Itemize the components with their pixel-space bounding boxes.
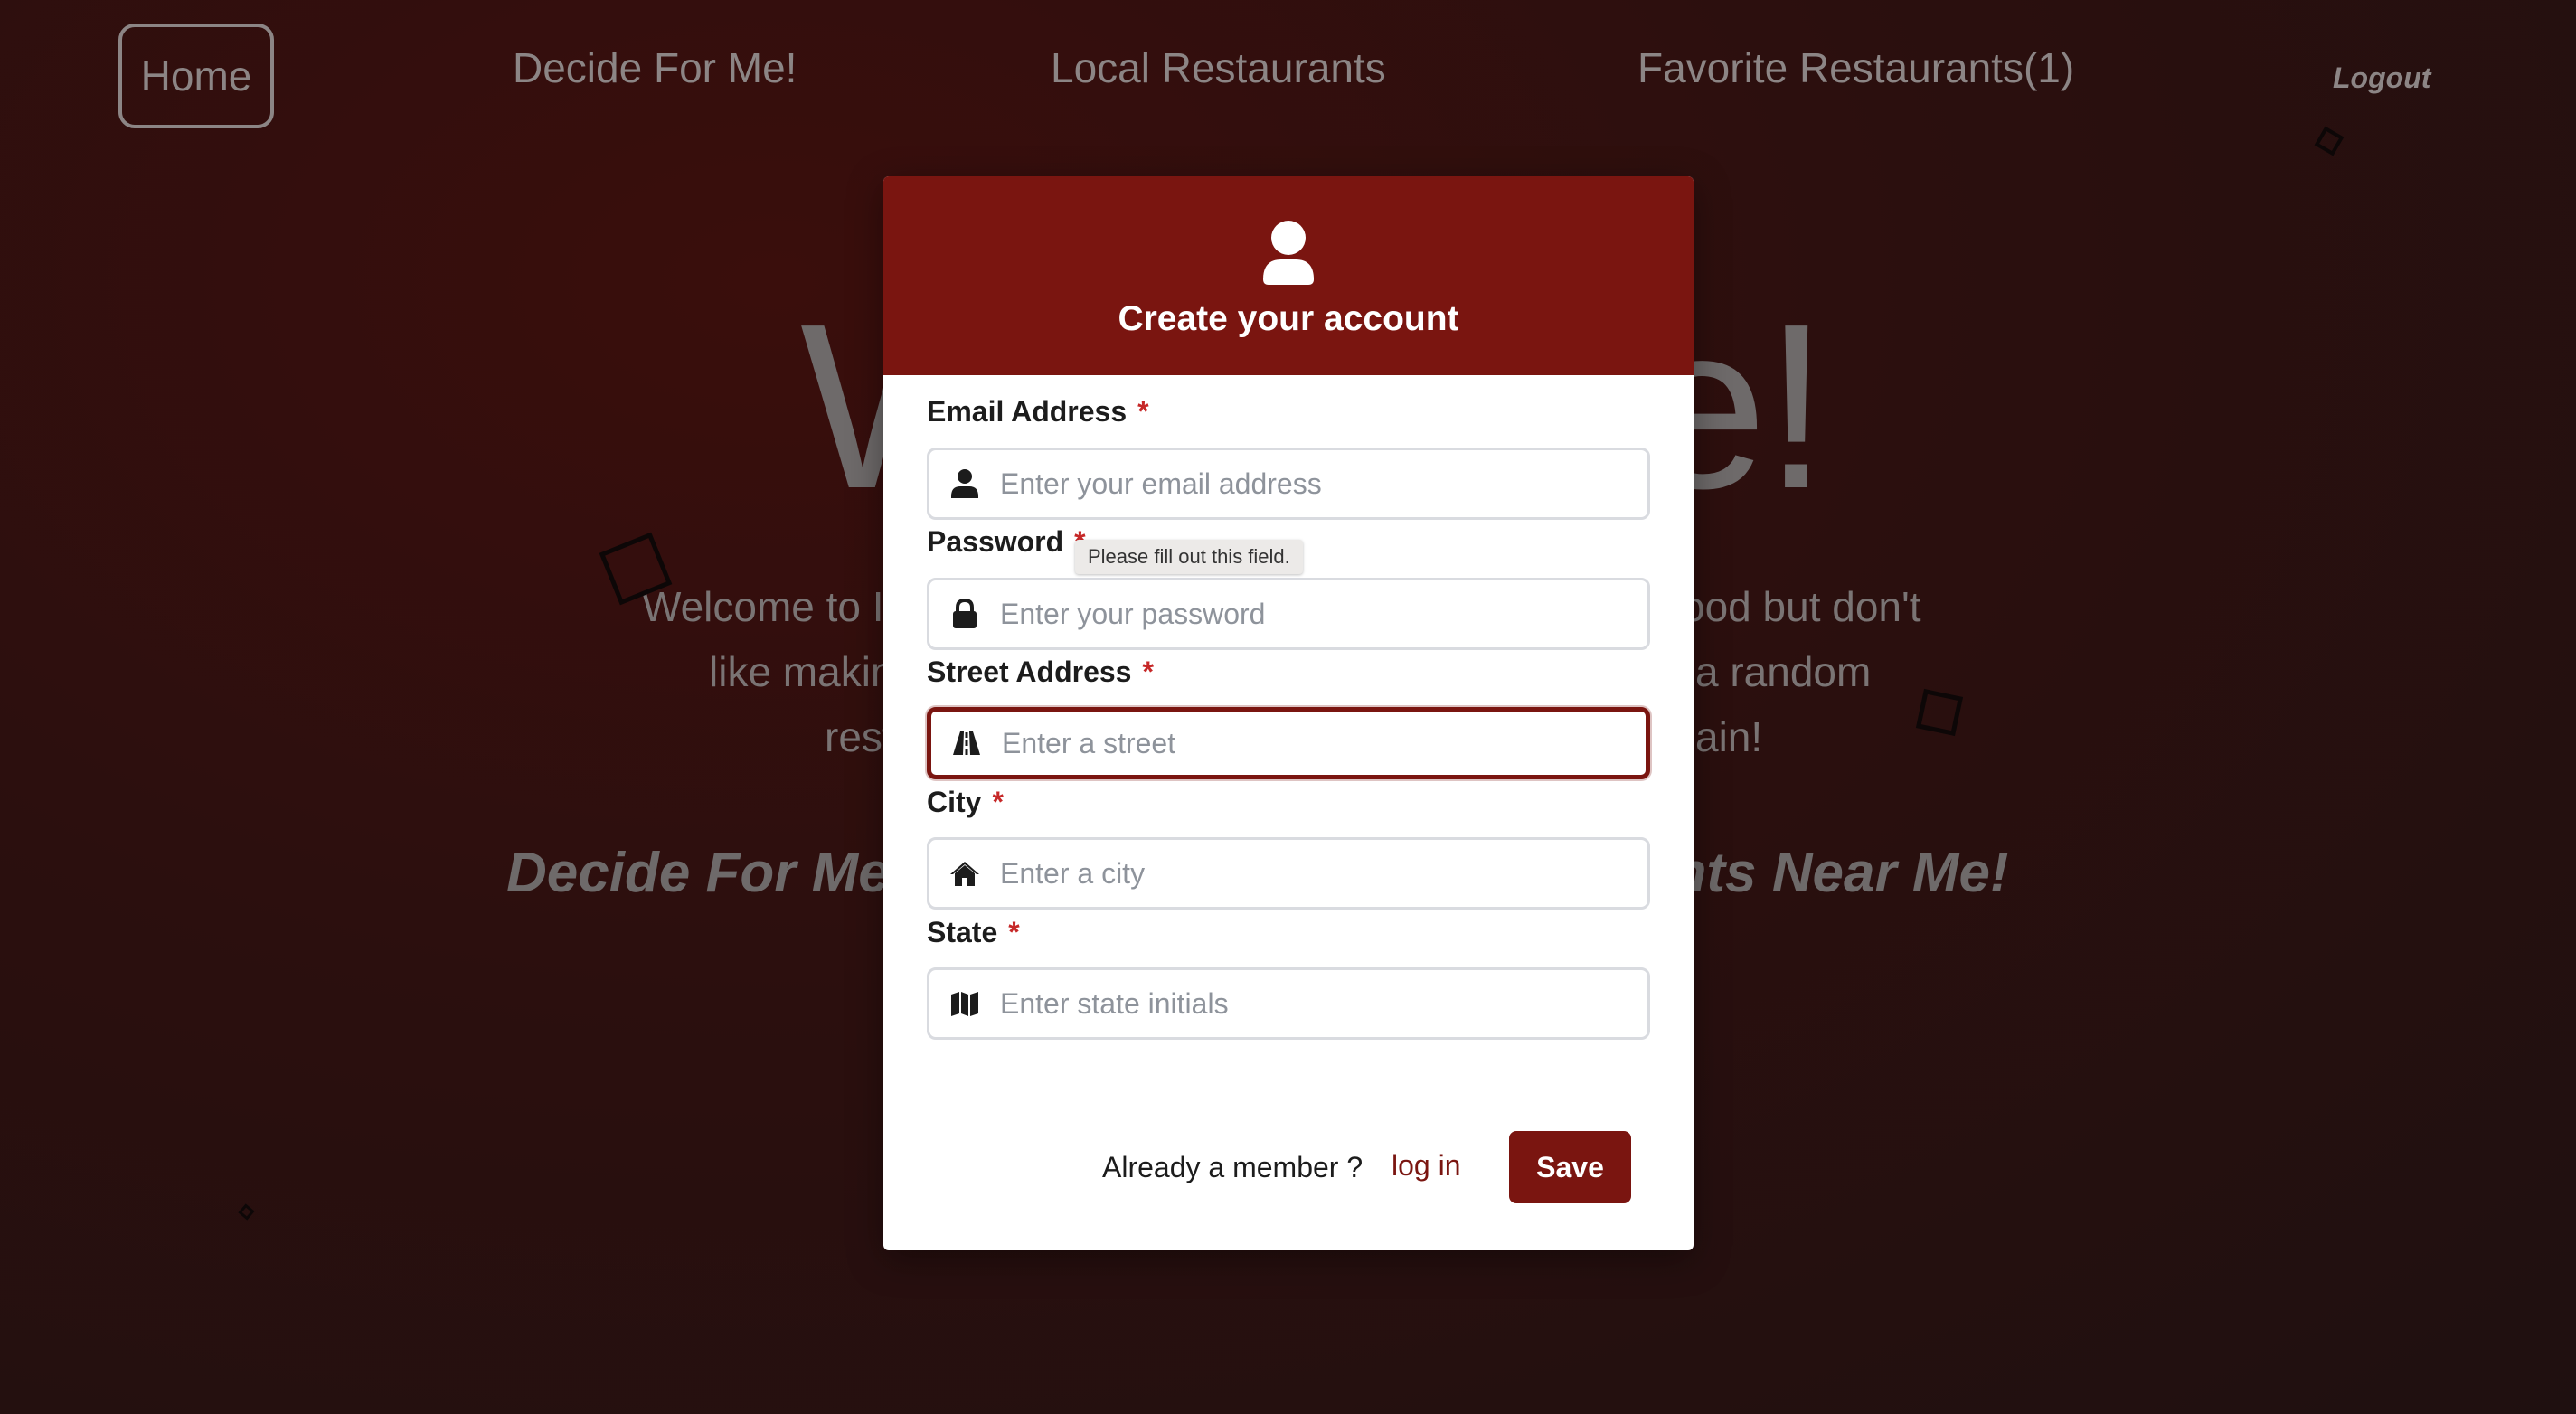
login-link[interactable]: log in xyxy=(1392,1149,1461,1183)
nav-logout[interactable]: Logout xyxy=(2333,61,2430,95)
hero-text-line1-right: ood but don't xyxy=(1682,583,1921,630)
hero-text-line2-left: like makin xyxy=(709,648,894,695)
password-label-text: Password xyxy=(927,525,1064,558)
map-icon xyxy=(949,988,980,1019)
state-field[interactable] xyxy=(927,967,1650,1040)
password-label: Password* xyxy=(927,525,1086,559)
state-label-text: State xyxy=(927,916,998,948)
save-button[interactable]: Save xyxy=(1509,1131,1631,1203)
create-account-modal: Create your account Email Address * Passw… xyxy=(883,176,1694,1250)
decor-square xyxy=(238,1203,255,1221)
street-input[interactable] xyxy=(1002,712,1635,775)
modal-header: Create your account xyxy=(883,176,1694,375)
state-label: State * xyxy=(927,916,1020,949)
street-field[interactable] xyxy=(927,707,1650,779)
city-input[interactable] xyxy=(1000,840,1633,907)
email-field[interactable] xyxy=(927,448,1650,520)
user-avatar-icon xyxy=(1263,221,1314,285)
required-mark: * xyxy=(1142,655,1154,688)
required-mark: * xyxy=(992,786,1004,818)
hero-sub-right: ants Near Me! xyxy=(1641,842,2009,904)
home-icon xyxy=(949,858,980,889)
nav-home-button[interactable]: Home xyxy=(118,24,274,128)
hero-text-line2-right: a random xyxy=(1695,648,1872,695)
state-input[interactable] xyxy=(1000,970,1633,1037)
required-mark: * xyxy=(1008,916,1020,948)
user-icon xyxy=(949,468,980,499)
hero-sub-left: Decide For Me xyxy=(506,842,890,904)
email-label: Email Address * xyxy=(927,395,1149,429)
street-label: Street Address * xyxy=(927,655,1154,689)
lock-icon xyxy=(949,599,980,629)
decor-square xyxy=(1915,688,1964,737)
nav-decide-for-me[interactable]: Decide For Me! xyxy=(513,47,797,89)
email-input[interactable] xyxy=(1000,450,1633,517)
nav-local-restaurants[interactable]: Local Restaurants xyxy=(1051,47,1386,89)
required-mark: * xyxy=(1137,395,1149,428)
already-member-text: Already a member ? xyxy=(1102,1151,1363,1183)
city-label-text: City xyxy=(927,786,982,818)
password-input[interactable] xyxy=(1000,580,1633,647)
password-field[interactable] xyxy=(927,578,1650,650)
hero-text-line1-left: Welcome to I xyxy=(642,583,884,630)
city-field[interactable] xyxy=(927,837,1650,910)
nav-favorite-restaurants[interactable]: Favorite Restaurants(1) xyxy=(1637,47,2074,89)
email-label-text: Email Address xyxy=(927,395,1128,428)
city-label: City * xyxy=(927,786,1004,819)
hero-text-line3-right: ain! xyxy=(1695,713,1763,760)
top-nav: Home Decide For Me! Local Restaurants Fa… xyxy=(0,0,2576,154)
road-icon xyxy=(951,728,982,759)
validation-tooltip: Please fill out this field. xyxy=(1075,540,1303,574)
modal-title: Create your account xyxy=(1118,299,1459,338)
street-label-text: Street Address xyxy=(927,655,1132,688)
